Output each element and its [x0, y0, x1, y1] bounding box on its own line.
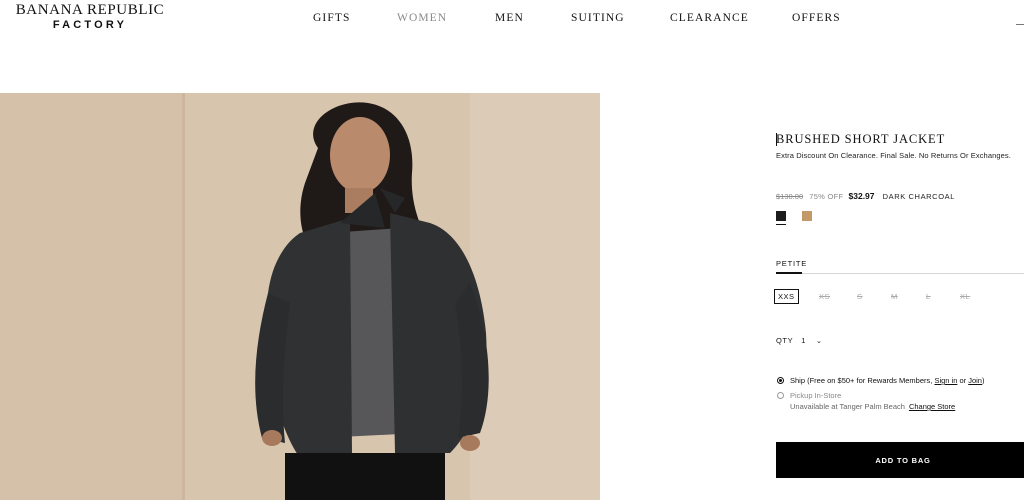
selected-swatch-underline	[776, 224, 786, 225]
ship-radio[interactable]	[777, 377, 784, 384]
product-photo	[0, 93, 600, 500]
nav-women[interactable]: WOMEN	[397, 12, 447, 24]
quantity-selector[interactable]: QTY 1 ⌄	[776, 336, 822, 345]
size-xxs[interactable]: XXS	[774, 289, 799, 304]
nav-clearance[interactable]: CLEARANCE	[670, 12, 749, 24]
pickup-availability: Unavailable at Tanger Palm Beach Change S…	[790, 402, 955, 411]
size-xs[interactable]: XS	[819, 292, 830, 301]
color-swatch-tan[interactable]	[802, 211, 812, 221]
chevron-down-icon: ⌄	[816, 338, 823, 345]
ship-text: Ship (Free on $50+ for Rewards Members,	[790, 376, 935, 385]
add-to-bag-button[interactable]: ADD TO BAG	[776, 442, 1024, 478]
nav-gifts[interactable]: GIFTS	[313, 12, 350, 24]
color-name: DARK CHARCOAL	[882, 192, 956, 201]
product-title: BRUSHED SHORT JACKET	[776, 132, 946, 146]
tab-divider	[776, 273, 1024, 274]
price-row: $130.00 75% OFF $32.97 DARK CHARCOAL	[776, 191, 955, 201]
product-info: BRUSHED SHORT JACKET Extra Discount On C…	[774, 0, 1024, 500]
size-xl[interactable]: XL	[960, 292, 970, 301]
close-paren: )	[981, 376, 985, 385]
promo-message: Extra Discount On Clearance. Final Sale.…	[776, 151, 1011, 160]
qty-label: QTY	[776, 336, 794, 345]
discount-label: 75% OFF	[809, 192, 844, 201]
size-s[interactable]: S	[857, 292, 863, 301]
ship-option: Ship (Free on $50+ for Rewards Members, …	[790, 376, 984, 385]
or-text: or	[957, 376, 969, 385]
qty-value: 1	[801, 336, 806, 345]
pickup-radio[interactable]	[777, 392, 784, 399]
original-price: $130.00	[776, 192, 804, 201]
size-m[interactable]: M	[891, 292, 898, 301]
unavailable-text: Unavailable at Tanger Palm Beach	[790, 402, 905, 411]
sale-price: $32.97	[848, 191, 875, 201]
size-l[interactable]: L	[926, 292, 931, 301]
product-image[interactable]	[0, 93, 600, 500]
text-cursor	[776, 133, 777, 146]
join-link[interactable]: Join	[968, 376, 982, 385]
active-tab-underline	[776, 272, 802, 274]
nav-suiting[interactable]: SUITING	[571, 12, 625, 24]
pickup-label: Pickup In-Store	[790, 391, 842, 400]
sign-in-link[interactable]: Sign in	[934, 376, 957, 385]
color-swatch-dark-charcoal[interactable]	[776, 211, 786, 221]
nav-men[interactable]: MEN	[495, 12, 524, 24]
change-store-link[interactable]: Change Store	[909, 402, 955, 411]
tab-petite[interactable]: PETITE	[776, 259, 807, 268]
